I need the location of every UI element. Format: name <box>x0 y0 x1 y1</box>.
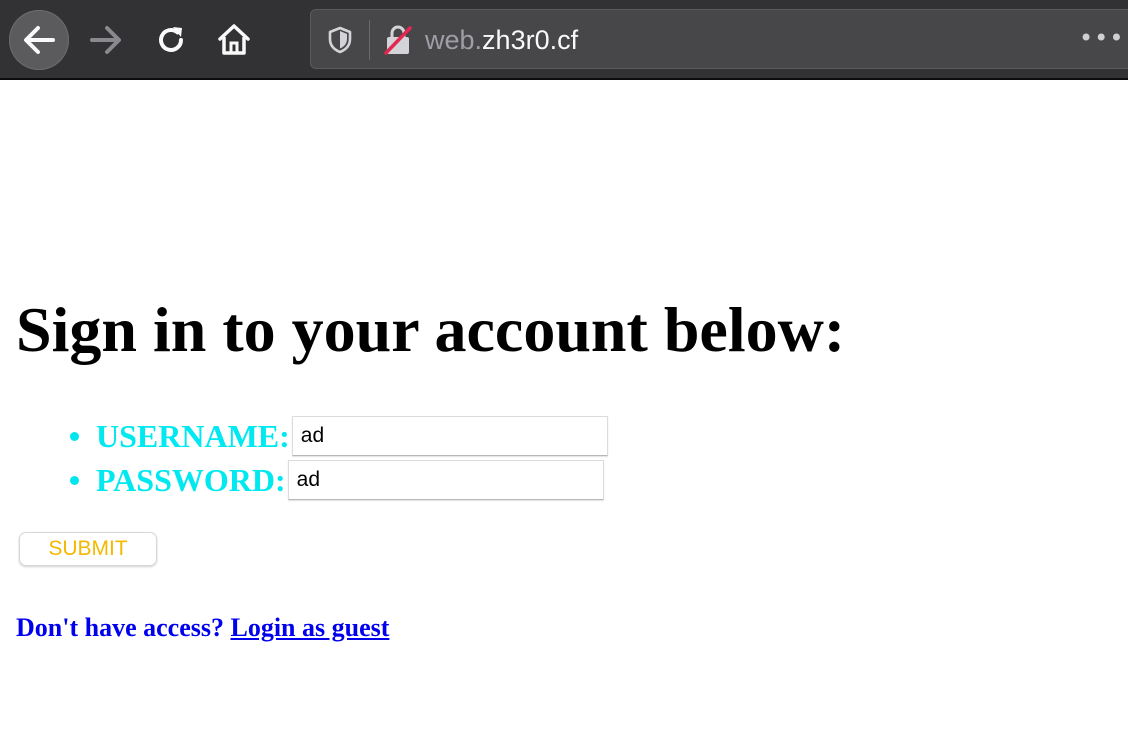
username-label: USERNAME: <box>96 418 290 454</box>
page-actions-more-icon[interactable]: ••• <box>1079 26 1124 50</box>
list-bullet <box>70 476 79 485</box>
submit-button[interactable]: SUBMIT <box>19 532 157 566</box>
urlbar-separator <box>369 20 370 60</box>
list-bullet <box>70 432 79 441</box>
page-title: Sign in to your account below: <box>16 294 846 365</box>
back-button[interactable] <box>9 10 69 70</box>
login-field-list: USERNAME: PASSWORD: <box>70 414 608 502</box>
url-subdomain: web. <box>425 25 483 55</box>
password-row: PASSWORD: <box>70 458 608 502</box>
reload-icon <box>159 27 183 52</box>
arrow-right-icon <box>90 26 121 54</box>
home-button[interactable] <box>204 10 264 70</box>
home-icon <box>218 24 250 55</box>
guest-access-line: Don't have access? Login as guest <box>16 612 389 644</box>
login-as-guest-link[interactable]: Login as guest <box>230 613 389 642</box>
url-domain: zh3r0.cf <box>482 25 579 55</box>
forward-button[interactable] <box>76 10 136 70</box>
insecure-lock-icon[interactable] <box>383 24 413 56</box>
guest-prompt-text: Don't have access? <box>16 613 224 642</box>
username-input[interactable] <box>291 416 608 456</box>
browser-toolbar: web.zh3r0.cf ••• <box>0 0 1128 80</box>
tracking-protection-shield-icon[interactable] <box>327 26 353 54</box>
arrow-left-icon <box>24 26 55 54</box>
reload-button[interactable] <box>141 10 201 70</box>
url-text[interactable]: web.zh3r0.cf <box>425 24 578 56</box>
password-label: PASSWORD: <box>96 462 286 498</box>
password-input[interactable] <box>287 460 604 500</box>
address-bar[interactable]: web.zh3r0.cf ••• <box>310 9 1128 69</box>
username-row: USERNAME: <box>70 414 608 458</box>
